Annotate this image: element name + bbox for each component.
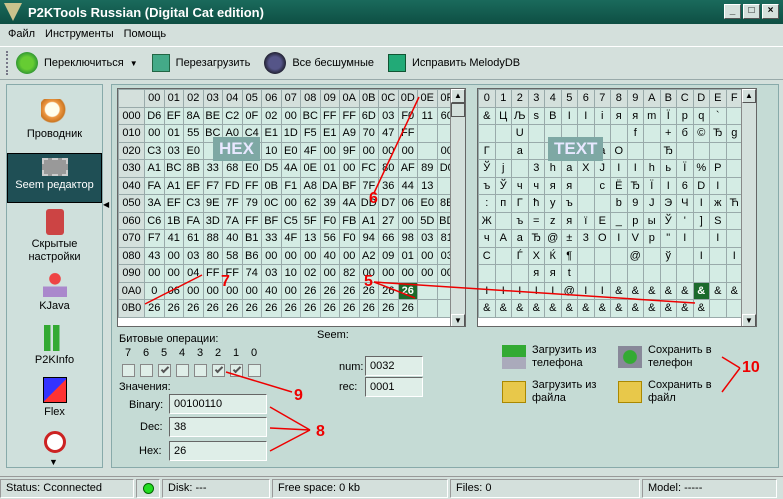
magnifier-icon: [40, 99, 69, 125]
menu-help[interactable]: Помощь: [124, 28, 167, 40]
annotation-6: 6: [369, 190, 378, 207]
status-model: Model: -----: [642, 478, 777, 498]
menu-bar: Файл Инструменты Помощь: [0, 24, 783, 44]
close-button[interactable]: ×: [762, 4, 779, 19]
speaker-mute-icon: [264, 52, 287, 74]
sidebar-item-kjava[interactable]: KJava: [7, 271, 102, 312]
maximize-button[interactable]: □: [743, 4, 760, 19]
sidebar-item-seem-editor[interactable]: Seem редактор: [7, 153, 102, 203]
chart-icon: [43, 325, 66, 351]
sidebar: Проводник Seem редактор Скрытые настройк…: [6, 84, 103, 468]
switch-button[interactable]: Переключиться ▼: [16, 52, 138, 74]
title-bar: P2KTools Russian (Digital Cat edition) _…: [0, 0, 783, 24]
sidebar-item-hidden-settings[interactable]: Скрытые настройки: [7, 209, 102, 264]
status-free-space: Free space: 0 kb: [272, 478, 448, 498]
menu-tools[interactable]: Инструменты: [45, 28, 114, 40]
melody-icon: [387, 54, 406, 72]
status-files: Files: 0: [450, 478, 640, 498]
sidebar-scroll-down-icon[interactable]: ▼: [49, 457, 58, 467]
sidebar-item-p2kinfo[interactable]: P2KInfo: [7, 325, 102, 366]
minimize-button[interactable]: _: [724, 4, 741, 19]
chevron-down-icon[interactable]: ▼: [130, 59, 138, 68]
annotation-arrows: [144, 96, 741, 452]
sidebar-item-explorer[interactable]: Проводник: [7, 99, 102, 140]
menu-file[interactable]: Файл: [8, 28, 35, 40]
reload-button[interactable]: Перезагрузить: [151, 54, 250, 72]
chip-icon: [41, 158, 68, 176]
sidebar-item-clock[interactable]: [7, 431, 102, 456]
status-led-icon: [136, 478, 160, 498]
status-disk: Disk: ---: [162, 478, 270, 498]
switch-icon: [16, 52, 38, 74]
seem-editor-panel: 00 01 02 03 04 05 06 07 08 09 0A 0B 0C 0D 0E 0F 000 D6 EF 8…: [111, 84, 779, 468]
status-bar: Status: Cconnected Disk: --- Free space:…: [0, 476, 783, 499]
toolbar: Переключиться ▼ Перезагрузить Все бесшум…: [0, 46, 783, 80]
sidebar-item-flex[interactable]: Flex: [7, 377, 102, 418]
annotation-5: 5: [364, 273, 373, 290]
reload-icon: [151, 54, 170, 72]
joystick-icon: [42, 271, 67, 297]
annotation-8: 8: [316, 423, 325, 440]
annotation-9: 9: [294, 387, 303, 404]
phone-settings-icon: [45, 209, 64, 235]
clock-icon: [43, 431, 66, 453]
flex-icon: [42, 377, 67, 403]
annotation-7: 7: [221, 273, 230, 290]
app-logo-icon: [4, 3, 22, 21]
window-title: P2KTools Russian (Digital Cat edition): [28, 4, 264, 20]
toolbar-grip[interactable]: [6, 51, 10, 75]
fix-melodydb-button[interactable]: Исправить MelodyDB: [387, 54, 520, 72]
silent-button[interactable]: Все бесшумные: [264, 52, 374, 74]
annotation-10: 10: [742, 359, 760, 376]
status-connection: Status: Cconnected: [0, 478, 134, 498]
splitter[interactable]: ◀: [103, 84, 111, 468]
